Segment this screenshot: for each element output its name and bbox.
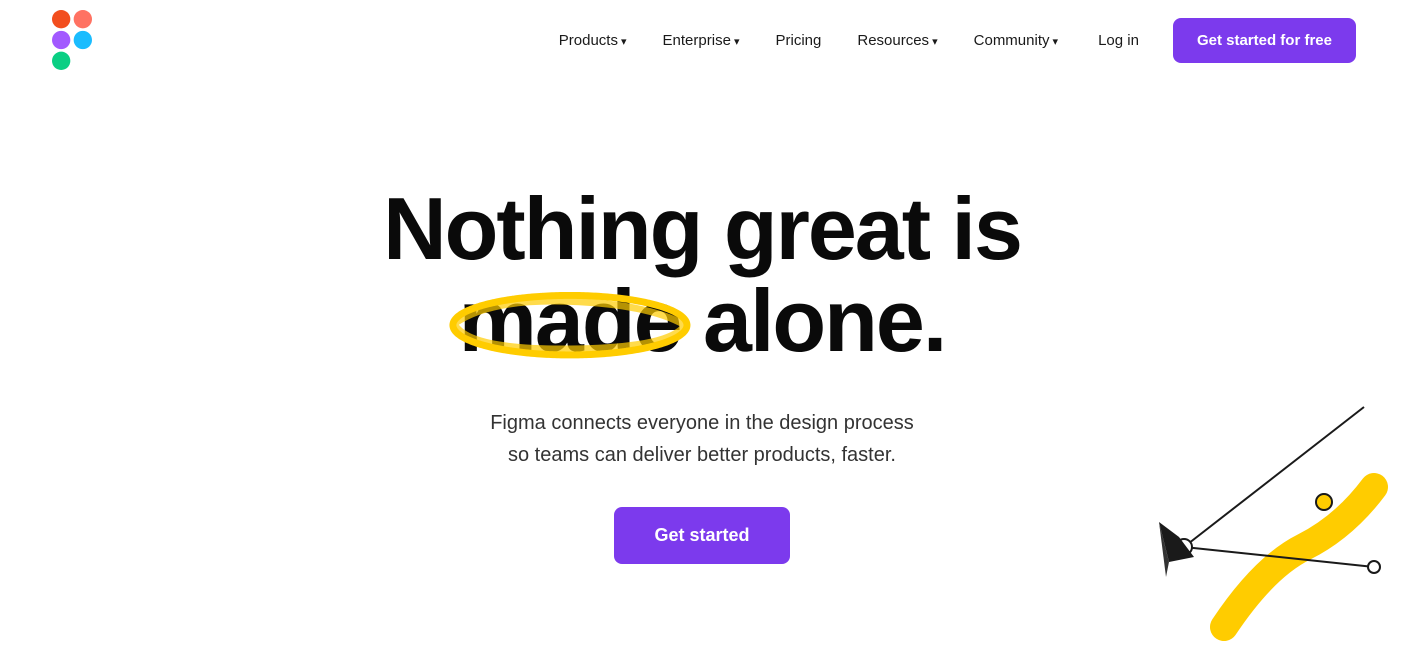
figma-logo-icon	[48, 10, 96, 70]
nav-item-pricing[interactable]: Pricing	[762, 24, 836, 57]
logo[interactable]	[48, 10, 96, 70]
get-started-free-button[interactable]: Get started for free	[1173, 18, 1356, 63]
pen-tool-illustration-icon	[1124, 367, 1404, 647]
hero-highlight-wrap: made	[459, 275, 681, 367]
navbar: Products Enterprise Pricing Resources Co…	[0, 0, 1404, 80]
nav-item-products[interactable]: Products	[545, 24, 641, 57]
hero-section: Nothing great is made alone. Figma conne…	[0, 80, 1404, 647]
hero-title: Nothing great is made alone.	[383, 183, 1021, 368]
hero-title-after-highlight: alone.	[681, 271, 946, 370]
hero-subtitle: Figma connects everyone in the design pr…	[490, 407, 914, 471]
hero-title-line1: Nothing great is	[383, 179, 1021, 278]
pen-illustration	[1124, 367, 1404, 647]
nav-item-community[interactable]: Community	[960, 24, 1072, 57]
hero-title-highlight: made	[459, 271, 681, 370]
nav-links: Products Enterprise Pricing Resources Co…	[545, 18, 1356, 63]
nav-item-enterprise[interactable]: Enterprise	[649, 24, 754, 57]
get-started-button[interactable]: Get started	[614, 507, 789, 564]
login-button[interactable]: Log in	[1084, 24, 1153, 57]
nav-item-resources[interactable]: Resources	[843, 24, 951, 57]
